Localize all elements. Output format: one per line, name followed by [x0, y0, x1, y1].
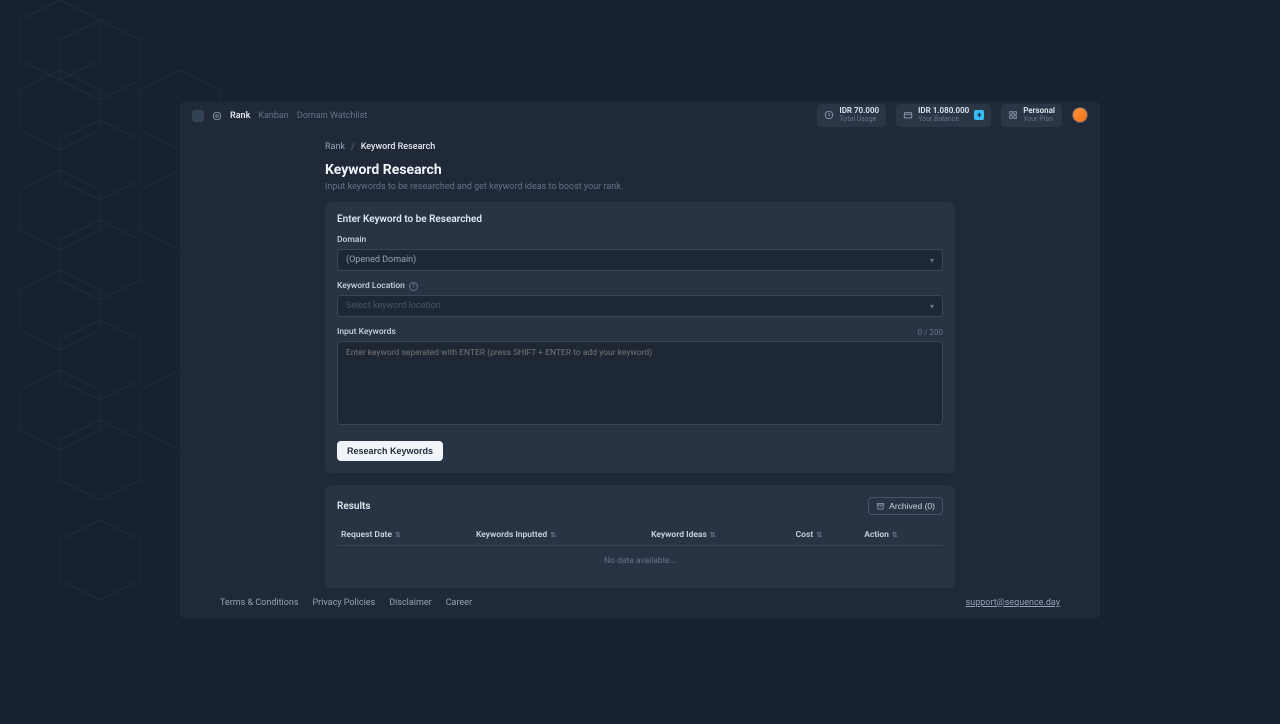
research-button[interactable]: Research Keywords	[337, 441, 443, 461]
footer: Terms & Conditions Privacy Policies Disc…	[220, 598, 1060, 608]
col-action[interactable]: Action⇅	[860, 525, 943, 546]
avatar[interactable]	[1072, 107, 1088, 123]
content-area: Rank / Keyword Research Keyword Research…	[180, 130, 1100, 588]
topup-icon[interactable]: +	[974, 110, 984, 120]
location-label: Keyword Location	[337, 281, 405, 291]
plan-pill[interactable]: Personal Your Plan	[1001, 104, 1062, 126]
col-keyword-ideas[interactable]: Keyword Ideas⇅	[647, 525, 791, 546]
domain-field: Domain (Opened Domain) ▾	[337, 235, 943, 271]
nav-rank[interactable]: Rank	[230, 111, 250, 121]
breadcrumb-root[interactable]: Rank	[325, 142, 345, 152]
keywords-counter: 0 / 200	[918, 328, 943, 337]
grid-icon	[1008, 110, 1018, 120]
balance-label: Your Balance	[918, 116, 969, 124]
keywords-label: Input Keywords	[337, 327, 396, 337]
empty-state: No data available...	[337, 546, 943, 577]
archive-icon	[876, 502, 885, 511]
sort-icon: ⇅	[892, 531, 898, 539]
breadcrumb: Rank / Keyword Research	[325, 142, 955, 152]
breadcrumb-current: Keyword Research	[361, 142, 436, 152]
domain-label: Domain	[337, 235, 943, 245]
app-shell: Rank Kanban Domain Watchlist IDR 70.000 …	[180, 102, 1100, 618]
sort-icon: ⇅	[550, 531, 556, 539]
footer-terms[interactable]: Terms & Conditions	[220, 598, 298, 608]
domain-select[interactable]: (Opened Domain) ▾	[337, 249, 943, 271]
breadcrumb-sep: /	[351, 142, 355, 152]
app-logo-icon[interactable]	[192, 110, 204, 122]
col-keywords-inputted[interactable]: Keywords Inputted⇅	[472, 525, 647, 546]
footer-career[interactable]: Career	[446, 598, 472, 608]
page-title: Keyword Research	[325, 162, 955, 178]
location-field: Keyword Location ? Select keyword locati…	[337, 281, 943, 317]
usage-pill[interactable]: IDR 70.000 Total Usage	[817, 104, 886, 126]
form-card-title: Enter Keyword to be Researched	[337, 214, 943, 225]
chevron-down-icon: ▾	[930, 256, 934, 265]
domain-value: (Opened Domain)	[346, 255, 416, 265]
location-select[interactable]: Select keyword location ▾	[337, 295, 943, 317]
keywords-field: Input Keywords 0 / 200	[337, 327, 943, 429]
footer-privacy[interactable]: Privacy Policies	[312, 598, 375, 608]
sort-icon: ⇅	[816, 531, 822, 539]
archived-label: Archived (0)	[889, 501, 935, 511]
col-request-date[interactable]: Request Date⇅	[337, 525, 472, 546]
col-cost[interactable]: Cost⇅	[792, 525, 861, 546]
footer-email[interactable]: support@sequence.day	[966, 598, 1060, 608]
usage-label: Total Usage	[839, 116, 879, 124]
balance-pill[interactable]: IDR 1.080.000 Your Balance +	[896, 104, 991, 126]
chevron-down-icon: ▾	[930, 302, 934, 311]
sort-icon: ⇅	[395, 531, 401, 539]
keywords-input[interactable]	[337, 341, 943, 425]
results-title: Results	[337, 501, 371, 512]
research-form-card: Enter Keyword to be Researched Domain (O…	[325, 202, 955, 473]
page-desc: Input keywords to be researched and get …	[325, 182, 955, 192]
clock-icon	[824, 110, 834, 120]
results-card: Results Archived (0) Request Date⇅ Keywo…	[325, 485, 955, 588]
footer-disclaimer[interactable]: Disclaimer	[389, 598, 431, 608]
rank-icon	[212, 111, 222, 121]
nav-kanban[interactable]: Kanban	[258, 111, 288, 121]
help-icon[interactable]: ?	[409, 282, 418, 291]
nav-domain-watchlist[interactable]: Domain Watchlist	[297, 111, 368, 121]
wallet-icon	[903, 110, 913, 120]
location-placeholder: Select keyword location	[346, 301, 441, 311]
plan-label: Your Plan	[1023, 116, 1055, 124]
archived-button[interactable]: Archived (0)	[868, 497, 943, 515]
topbar: Rank Kanban Domain Watchlist IDR 70.000 …	[180, 102, 1100, 130]
results-table: Request Date⇅ Keywords Inputted⇅ Keyword…	[337, 525, 943, 576]
sort-icon: ⇅	[710, 531, 716, 539]
